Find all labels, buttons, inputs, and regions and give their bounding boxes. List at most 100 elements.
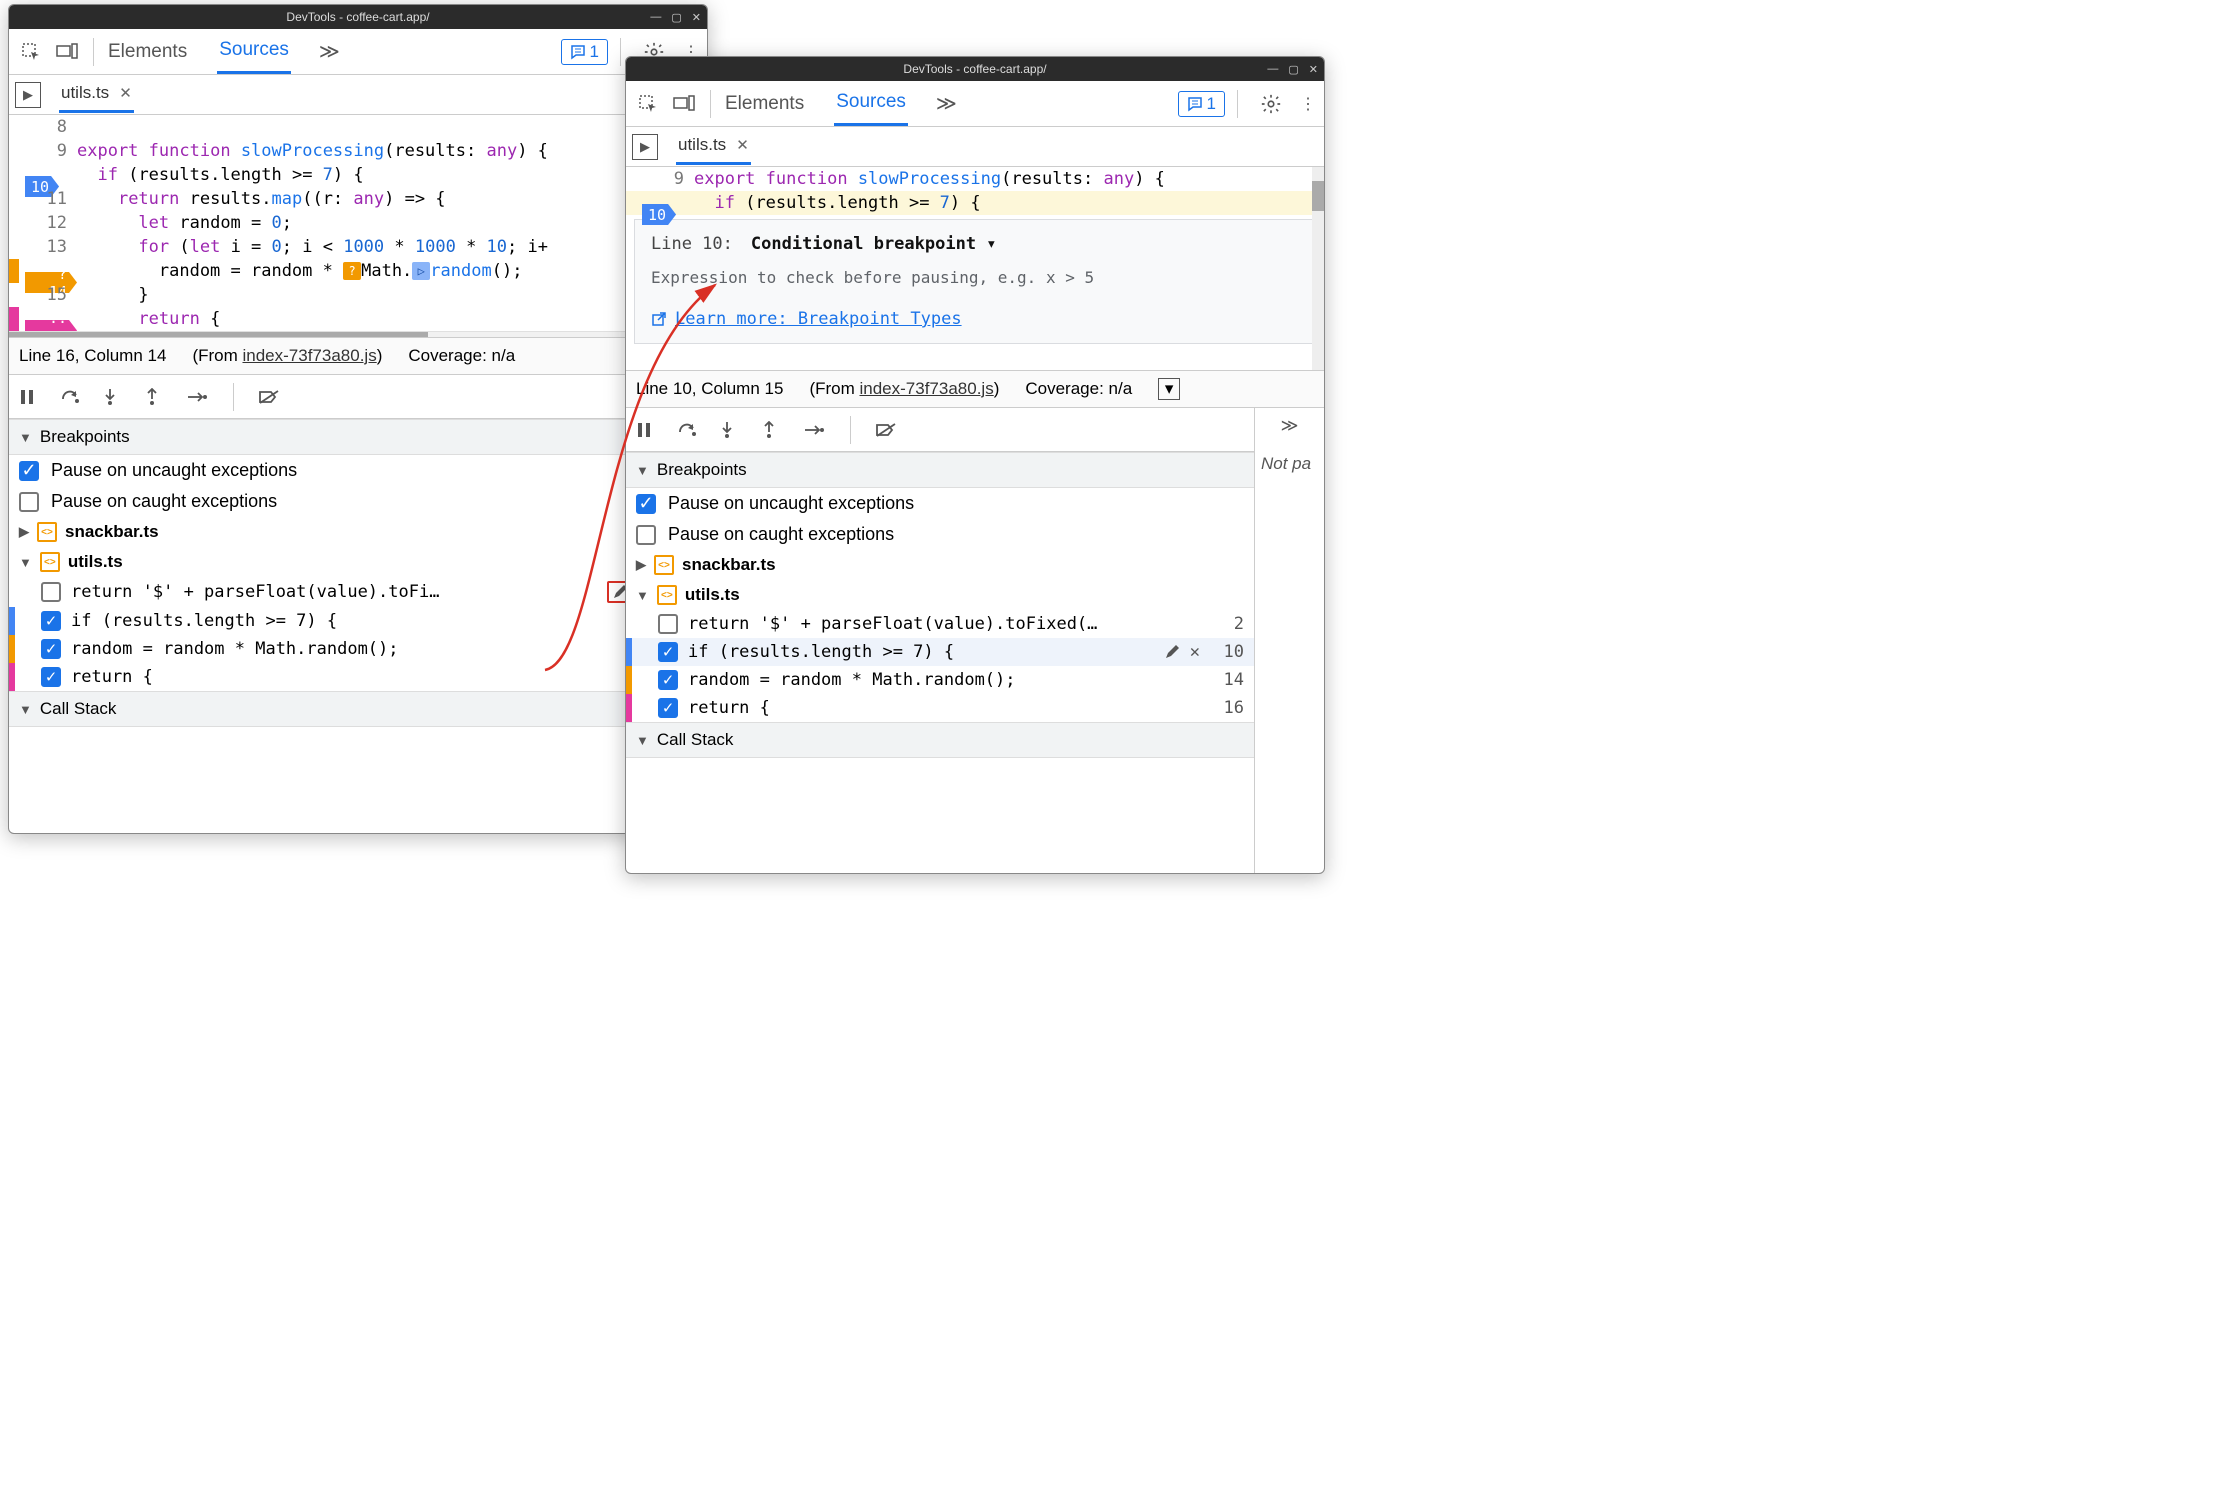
horizontal-scrollbar[interactable] <box>9 331 707 337</box>
bp-entry[interactable]: return '$' + parseFloat(value).toFi… ✕ 2 <box>9 577 707 607</box>
close-tab-icon[interactable]: ✕ <box>736 136 749 154</box>
file-tab-utils[interactable]: utils.ts ✕ <box>676 128 751 165</box>
logpoint-icon: ▷ <box>412 262 430 280</box>
bp-file-label: snackbar.ts <box>682 555 776 575</box>
step-into-icon[interactable] <box>720 421 742 439</box>
pause-uncaught-row[interactable]: ✓ Pause on uncaught exceptions <box>626 488 1254 519</box>
source-link[interactable]: index-73f73a80.js <box>859 379 993 398</box>
tab-elements[interactable]: Elements <box>723 83 806 125</box>
bp-entry-code: random = random * Math.random(); <box>71 639 659 659</box>
checkbox-icon[interactable] <box>41 582 61 602</box>
bp-entry-code: return { <box>71 667 659 687</box>
pause-caught-row[interactable]: Pause on caught exceptions <box>626 519 1254 550</box>
checkbox-checked-icon[interactable]: ✓ <box>19 461 39 481</box>
pause-caught-row[interactable]: Pause on caught exceptions <box>9 486 707 517</box>
breakpoint-edit-popover: Line 10: Conditional breakpoint ▾ Expres… <box>634 219 1316 344</box>
step-into-icon[interactable] <box>103 388 125 406</box>
checkbox-checked-icon[interactable]: ✓ <box>658 698 678 718</box>
checkbox-icon[interactable] <box>658 614 678 634</box>
maximize-button[interactable]: ▢ <box>1288 63 1298 76</box>
step-over-icon[interactable] <box>61 389 83 405</box>
checkbox-checked-icon[interactable]: ✓ <box>41 639 61 659</box>
vertical-scrollbar[interactable] <box>1312 167 1324 370</box>
breakpoints-header[interactable]: ▼ Breakpoints <box>626 452 1254 488</box>
navigator-toggle-icon[interactable]: ▶ <box>632 134 658 160</box>
remove-breakpoint-icon[interactable]: ✕ <box>1190 642 1200 662</box>
step-out-icon[interactable] <box>762 421 784 439</box>
bp-file-utils[interactable]: ▼ <> utils.ts <box>9 547 707 577</box>
tab-sources[interactable]: Sources <box>834 81 908 126</box>
code-editor[interactable]: 8 9export function slowProcessing(result… <box>9 115 707 337</box>
step-over-icon[interactable] <box>678 422 700 438</box>
bp-entry[interactable]: ✓ random = random * Math.random(); 14 <box>626 666 1254 694</box>
callstack-header[interactable]: ▼ Call Stack <box>626 722 1254 758</box>
step-out-icon[interactable] <box>145 388 167 406</box>
close-button[interactable]: ✕ <box>1309 63 1318 76</box>
checkbox-checked-icon[interactable]: ✓ <box>41 667 61 687</box>
debugger-toolbar <box>9 375 707 419</box>
step-icon[interactable] <box>804 424 826 436</box>
pause-icon[interactable] <box>636 422 658 438</box>
panel-more-icon[interactable]: ≫ <box>1261 416 1318 436</box>
callstack-header[interactable]: ▼ Call Stack <box>9 691 707 727</box>
pause-uncaught-label: Pause on uncaught exceptions <box>51 460 297 481</box>
checkbox-icon[interactable] <box>636 525 656 545</box>
issues-button[interactable]: 1 <box>1178 91 1225 117</box>
bp-entry-code: random = random * Math.random(); <box>688 670 1206 690</box>
breakpoint-condition-input[interactable]: Expression to check before pausing, e.g.… <box>651 268 1299 287</box>
device-icon[interactable] <box>670 90 698 118</box>
bp-file-snackbar[interactable]: ▶ <> snackbar.ts <box>626 550 1254 580</box>
maximize-button[interactable]: ▢ <box>671 11 681 24</box>
device-icon[interactable] <box>53 38 81 66</box>
editor-statusbar: Line 16, Column 14 (From index-73f73a80.… <box>9 337 707 375</box>
tab-sources[interactable]: Sources <box>217 29 291 74</box>
pause-caught-label: Pause on caught exceptions <box>668 524 894 545</box>
tab-more[interactable]: ≫ <box>319 39 340 64</box>
tab-more[interactable]: ≫ <box>936 91 957 116</box>
minimize-button[interactable]: — <box>1267 63 1278 76</box>
pause-icon[interactable] <box>19 389 41 405</box>
checkbox-icon[interactable] <box>19 492 39 512</box>
file-tab-utils[interactable]: utils.ts ✕ <box>59 76 134 113</box>
bp-entry[interactable]: ✓ if (results.length >= 7) { ✕ 10 <box>626 638 1254 666</box>
deactivate-breakpoints-icon[interactable] <box>258 389 280 405</box>
minimize-button[interactable]: — <box>650 11 661 24</box>
checkbox-checked-icon[interactable]: ✓ <box>636 494 656 514</box>
bp-entry[interactable]: ✓ return { 16 <box>9 663 707 691</box>
deactivate-breakpoints-icon[interactable] <box>875 422 897 438</box>
inspect-icon[interactable] <box>634 90 662 118</box>
source-link[interactable]: index-73f73a80.js <box>242 346 376 365</box>
checkbox-checked-icon[interactable]: ✓ <box>41 611 61 631</box>
bp-entry-line: 2 <box>1216 614 1244 634</box>
edit-breakpoint-icon[interactable] <box>1164 644 1180 660</box>
navigator-toggle-icon[interactable]: ▶ <box>15 82 41 108</box>
bp-entry[interactable]: return '$' + parseFloat(value).toFixed(…… <box>626 610 1254 638</box>
issues-button[interactable]: 1 <box>561 39 608 65</box>
bp-entry[interactable]: ✓ return { 16 <box>626 694 1254 722</box>
checkbox-checked-icon[interactable]: ✓ <box>658 642 678 662</box>
toggle-detail-icon[interactable]: ▾ <box>1158 378 1180 400</box>
settings-icon[interactable] <box>1260 93 1282 115</box>
code-editor[interactable]: 9export function slowProcessing(results:… <box>626 167 1324 370</box>
close-tab-icon[interactable]: ✕ <box>119 84 132 102</box>
checkbox-checked-icon[interactable]: ✓ <box>658 670 678 690</box>
breakpoints-label: Breakpoints <box>657 460 747 480</box>
pause-uncaught-row[interactable]: ✓ Pause on uncaught exceptions <box>9 455 707 486</box>
file-tab-label: utils.ts <box>678 135 726 155</box>
bp-file-snackbar[interactable]: ▶ <> snackbar.ts <box>9 517 707 547</box>
kebab-menu-icon[interactable]: ⋮ <box>1300 94 1316 114</box>
editor-statusbar: Line 10, Column 15 (From index-73f73a80.… <box>626 370 1324 408</box>
bp-entry-line: 10 <box>1216 642 1244 662</box>
learn-more-link[interactable]: Learn more: Breakpoint Types <box>675 309 962 329</box>
pause-caught-label: Pause on caught exceptions <box>51 491 277 512</box>
close-button[interactable]: ✕ <box>692 11 701 24</box>
step-icon[interactable] <box>187 391 209 403</box>
breakpoint-type-dropdown[interactable]: Conditional breakpoint ▾ <box>751 234 997 254</box>
bp-entry[interactable]: ✓ random = random * Math.random(); 14 <box>9 635 707 663</box>
tab-elements[interactable]: Elements <box>106 31 189 73</box>
collapse-icon: ▼ <box>636 588 649 603</box>
inspect-icon[interactable] <box>17 38 45 66</box>
breakpoints-header[interactable]: ▼ Breakpoints <box>9 419 707 455</box>
bp-file-utils[interactable]: ▼ <> utils.ts <box>626 580 1254 610</box>
bp-entry[interactable]: ✓ if (results.length >= 7) { 10 <box>9 607 707 635</box>
